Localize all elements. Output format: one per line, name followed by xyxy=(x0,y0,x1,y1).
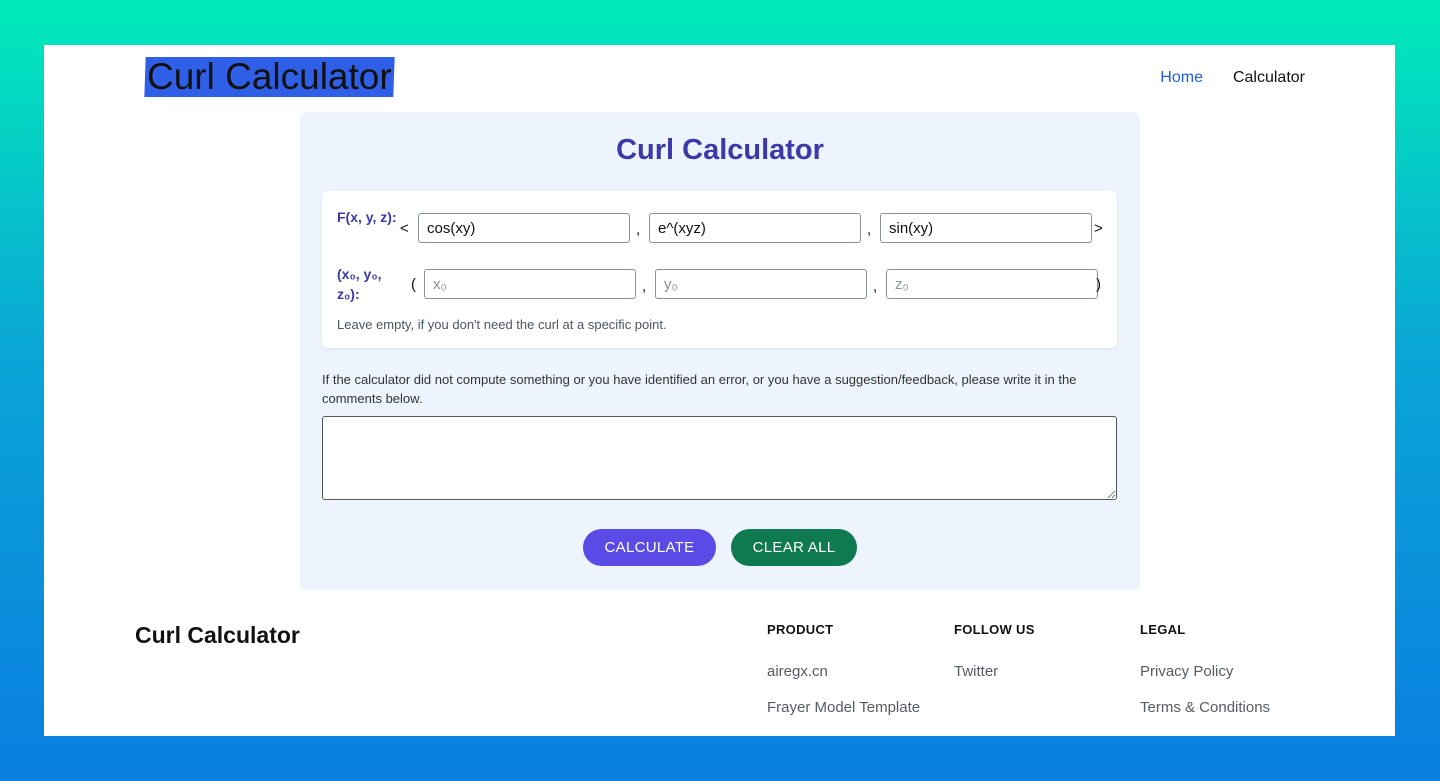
point-hint: Leave empty, if you don't need the curl … xyxy=(337,317,667,332)
footer-heading: LEGAL xyxy=(1140,622,1186,637)
comment-prompt: If the calculator did not compute someth… xyxy=(322,372,1077,406)
point-y-input[interactable] xyxy=(655,269,867,299)
footer-heading: FOLLOW US xyxy=(954,622,1035,637)
site-logo-text: Curl Calculator xyxy=(147,56,392,97)
footer-col-product: PRODUCT airegx.cn Frayer Model Template xyxy=(767,622,920,735)
comma: , xyxy=(636,221,641,238)
point-z-input[interactable] xyxy=(886,269,1098,299)
clear-all-button[interactable]: CLEAR ALL xyxy=(731,529,857,566)
point-x-input[interactable] xyxy=(424,269,636,299)
close-paren: ) xyxy=(1096,276,1101,293)
footer-link-privacy[interactable]: Privacy Policy xyxy=(1140,663,1270,680)
footer-link-terms[interactable]: Terms & Conditions xyxy=(1140,699,1270,716)
nav-calculator[interactable]: Calculator xyxy=(1233,69,1305,87)
comma: , xyxy=(642,278,647,295)
field-component-q-input[interactable] xyxy=(649,213,861,243)
comma: , xyxy=(873,278,878,295)
calculate-button[interactable]: CALCULATE xyxy=(583,529,716,566)
calculator-title: Curl Calculator xyxy=(616,134,824,166)
footer-link-airegx[interactable]: airegx.cn xyxy=(767,663,920,680)
footer-link-twitter[interactable]: Twitter xyxy=(954,663,1035,680)
open-paren: ( xyxy=(411,276,416,293)
footer-link-frayer[interactable]: Frayer Model Template xyxy=(767,699,920,716)
vector-field-label: F(x, y, z): xyxy=(337,209,397,225)
page: Curl Calculator Home Calculator Curl Cal… xyxy=(44,45,1395,736)
comma: , xyxy=(867,221,872,238)
comment-textarea[interactable] xyxy=(322,416,1117,500)
footer-col-follow: FOLLOW US Twitter xyxy=(954,622,1035,699)
open-angle: < xyxy=(400,220,409,237)
footer-col-legal: LEGAL Privacy Policy Terms & Conditions xyxy=(1140,622,1270,735)
field-component-p-input[interactable] xyxy=(418,213,630,243)
close-angle: > xyxy=(1094,220,1103,237)
footer-heading: PRODUCT xyxy=(767,622,834,637)
nav-home[interactable]: Home xyxy=(1160,69,1203,87)
point-label: (x₀, y₀, z₀): xyxy=(337,266,382,302)
inputs-panel: F(x, y, z): < , , > (x₀, y₀, z₀): ( , , … xyxy=(322,191,1117,348)
site-logo[interactable]: Curl Calculator xyxy=(144,56,395,97)
footer-brand: Curl Calculator xyxy=(135,622,300,648)
field-component-r-input[interactable] xyxy=(880,213,1092,243)
top-nav: Home Calculator xyxy=(1160,69,1305,87)
calculator-card: Curl Calculator F(x, y, z): < , , > (x₀,… xyxy=(300,112,1140,590)
